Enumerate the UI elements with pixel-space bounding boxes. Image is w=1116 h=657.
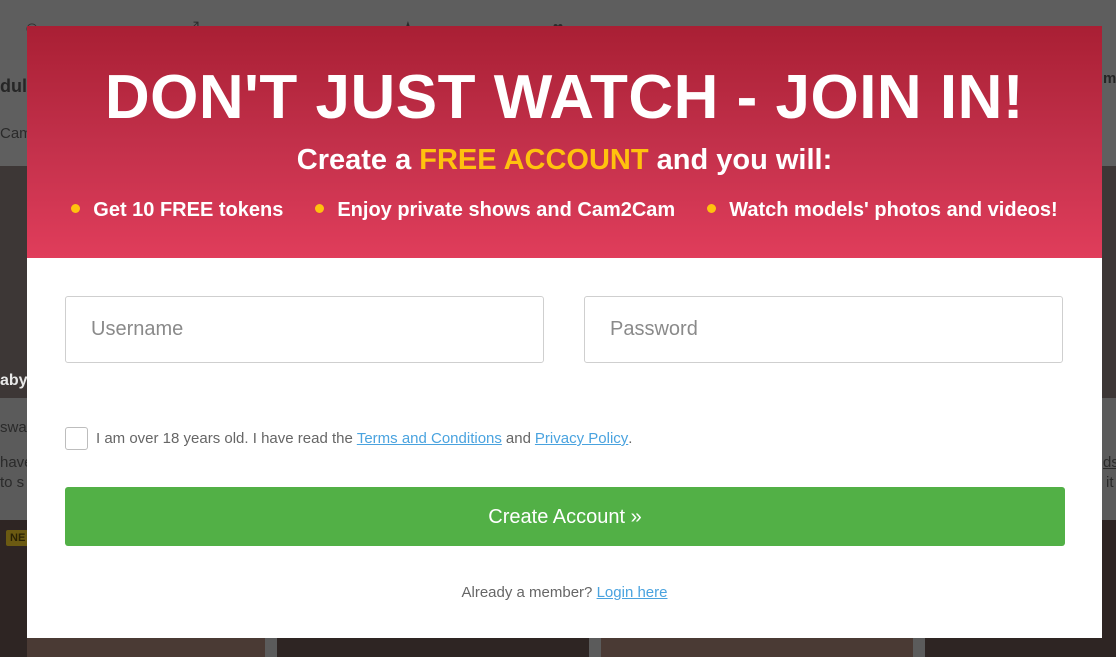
background-link-fragment: ds <box>1103 454 1116 471</box>
background-text-fragment: to s <box>0 474 25 491</box>
already-member-text: Already a member? <box>461 584 593 601</box>
background-thumbnail <box>27 638 265 657</box>
create-account-button[interactable]: Create Account » <box>65 487 1065 546</box>
background-thumb-caption: aby <box>0 372 28 389</box>
background-right-fragment: ma <box>1103 70 1116 87</box>
perks-list: Get 10 FREE tokens Enjoy private shows a… <box>27 198 1102 222</box>
and-text: and <box>505 430 531 447</box>
bullet-icon <box>707 203 717 213</box>
subline-text: Create a <box>296 144 420 176</box>
username-input[interactable] <box>65 296 544 363</box>
perk-label: Watch models' photos and videos! <box>729 199 1058 221</box>
age-agreement: I am over 18 years old. I have read the T… <box>65 426 632 451</box>
background-thumbnail <box>601 638 913 657</box>
background-heading-fragment: dul <box>0 76 27 96</box>
period-text: . <box>628 430 633 447</box>
age-checkbox[interactable] <box>65 427 88 450</box>
login-link[interactable]: Login here <box>597 584 668 601</box>
modal-subheadline: Create a FREE ACCOUNT and you will: <box>27 143 1102 177</box>
background-thumbnail <box>1102 520 1116 640</box>
perk-item: Get 10 FREE tokens <box>71 198 283 222</box>
background-thumbnail <box>277 638 589 657</box>
background-thumbnail <box>925 638 1116 657</box>
modal-headline: DON'T JUST WATCH - JOIN IN! <box>104 63 1025 132</box>
perk-label: Get 10 FREE tokens <box>93 199 284 221</box>
login-prompt: Already a member? Login here <box>27 584 1102 601</box>
terms-link[interactable]: Terms and Conditions <box>357 430 502 447</box>
free-account-highlight: FREE ACCOUNT <box>419 144 649 176</box>
password-input[interactable] <box>584 296 1063 363</box>
perk-item: Watch models' photos and videos! <box>707 198 1058 222</box>
bullet-icon <box>71 203 81 213</box>
background-new-badge: NE <box>6 530 30 546</box>
background-thumbnail <box>1102 166 1116 398</box>
signup-modal: DON'T JUST WATCH - JOIN IN! Create a FRE… <box>27 26 1102 638</box>
privacy-link[interactable]: Privacy Policy <box>535 430 628 447</box>
agreement-text: I am over 18 years old. I have read the <box>96 430 353 447</box>
background-text-fragment: it <box>1106 474 1114 491</box>
subline-text: and you will: <box>648 144 833 176</box>
perk-item: Enjoy private shows and Cam2Cam <box>315 198 675 222</box>
modal-header: DON'T JUST WATCH - JOIN IN! Create a FRE… <box>27 26 1102 258</box>
background-thumbnail <box>0 166 27 398</box>
bullet-icon <box>315 203 325 213</box>
perk-label: Enjoy private shows and Cam2Cam <box>337 199 676 221</box>
